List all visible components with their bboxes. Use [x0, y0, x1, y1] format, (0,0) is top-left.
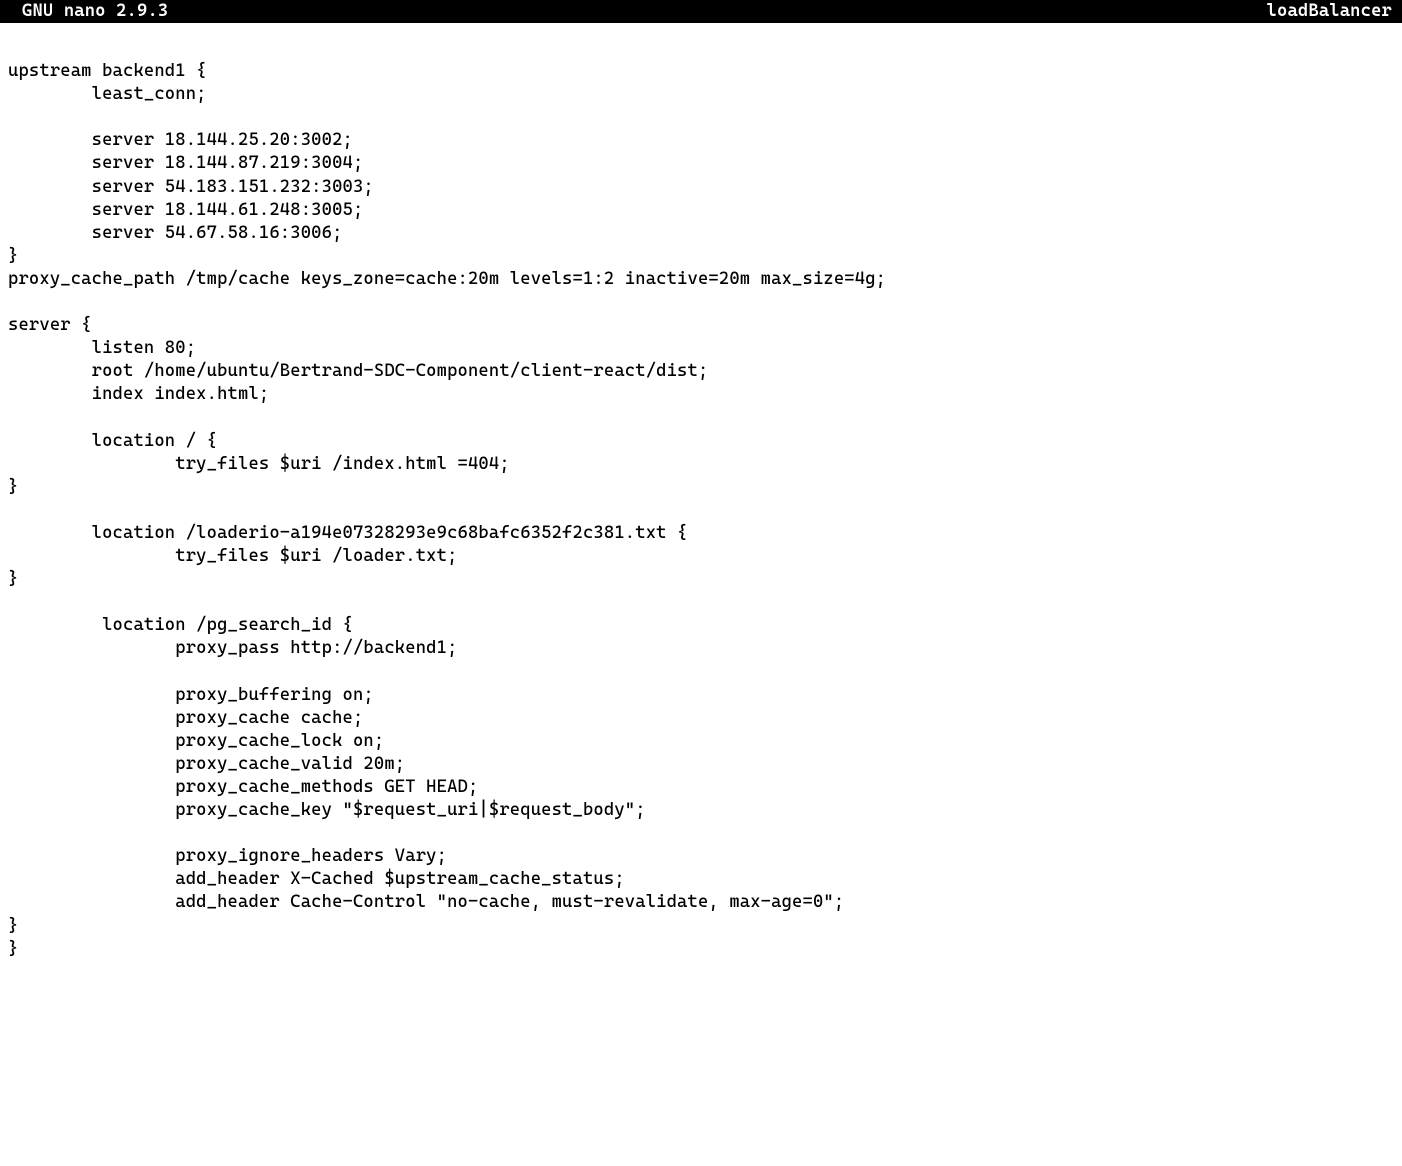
editor-line[interactable]: server 18.144.87.219:3004; [8, 152, 1394, 175]
editor-line[interactable] [8, 499, 1394, 522]
editor-line[interactable]: proxy_pass http://backend1; [8, 637, 1394, 660]
editor-line[interactable]: proxy_cache_lock on; [8, 730, 1394, 753]
editor-line[interactable]: location /loaderio-a194e07328293e9c68baf… [8, 522, 1394, 545]
editor-line[interactable]: location / { [8, 430, 1394, 453]
editor-area[interactable]: upstream backend1 { least_conn; server 1… [0, 23, 1402, 961]
editor-line[interactable] [8, 291, 1394, 314]
editor-line[interactable]: proxy_cache_valid 20m; [8, 753, 1394, 776]
editor-line[interactable]: } [8, 938, 1394, 961]
editor-line[interactable]: add_header Cache-Control "no-cache, must… [8, 891, 1394, 914]
editor-line[interactable] [8, 407, 1394, 430]
editor-line[interactable]: proxy_ignore_headers Vary; [8, 845, 1394, 868]
app-name-label: GNU nano 2.9.3 [8, 0, 168, 23]
filename-label: loadBalancer [1267, 0, 1394, 23]
editor-line[interactable]: proxy_cache_methods GET HEAD; [8, 776, 1394, 799]
editor-line[interactable]: } [8, 915, 1394, 938]
editor-line[interactable]: server 18.144.25.20:3002; [8, 129, 1394, 152]
editor-line[interactable]: } [8, 476, 1394, 499]
editor-line[interactable]: } [8, 568, 1394, 591]
editor-line[interactable]: } [8, 245, 1394, 268]
editor-line[interactable]: server 54.67.58.16:3006; [8, 222, 1394, 245]
editor-line[interactable]: proxy_cache cache; [8, 707, 1394, 730]
editor-line[interactable]: proxy_cache_path /tmp/cache keys_zone=ca… [8, 268, 1394, 291]
editor-line[interactable]: proxy_cache_key "$request_uri|$request_b… [8, 799, 1394, 822]
editor-line[interactable] [8, 106, 1394, 129]
editor-line[interactable] [8, 37, 1394, 60]
editor-line[interactable]: root /home/ubuntu/Bertrand-SDC-Component… [8, 360, 1394, 383]
editor-line[interactable]: upstream backend1 { [8, 60, 1394, 83]
editor-line[interactable]: listen 80; [8, 337, 1394, 360]
titlebar: GNU nano 2.9.3 loadBalancer [0, 0, 1402, 23]
editor-line[interactable]: server { [8, 314, 1394, 337]
editor-line[interactable]: server 18.144.61.248:3005; [8, 199, 1394, 222]
editor-line[interactable] [8, 591, 1394, 614]
editor-line[interactable]: location /pg_search_id { [8, 614, 1394, 637]
editor-line[interactable]: add_header X-Cached $upstream_cache_stat… [8, 868, 1394, 891]
editor-line[interactable] [8, 661, 1394, 684]
editor-line[interactable]: try_files $uri /loader.txt; [8, 545, 1394, 568]
editor-line[interactable]: index index.html; [8, 383, 1394, 406]
editor-line[interactable]: least_conn; [8, 83, 1394, 106]
editor-line[interactable] [8, 822, 1394, 845]
editor-line[interactable]: try_files $uri /index.html =404; [8, 453, 1394, 476]
editor-line[interactable]: server 54.183.151.232:3003; [8, 176, 1394, 199]
editor-line[interactable]: proxy_buffering on; [8, 684, 1394, 707]
